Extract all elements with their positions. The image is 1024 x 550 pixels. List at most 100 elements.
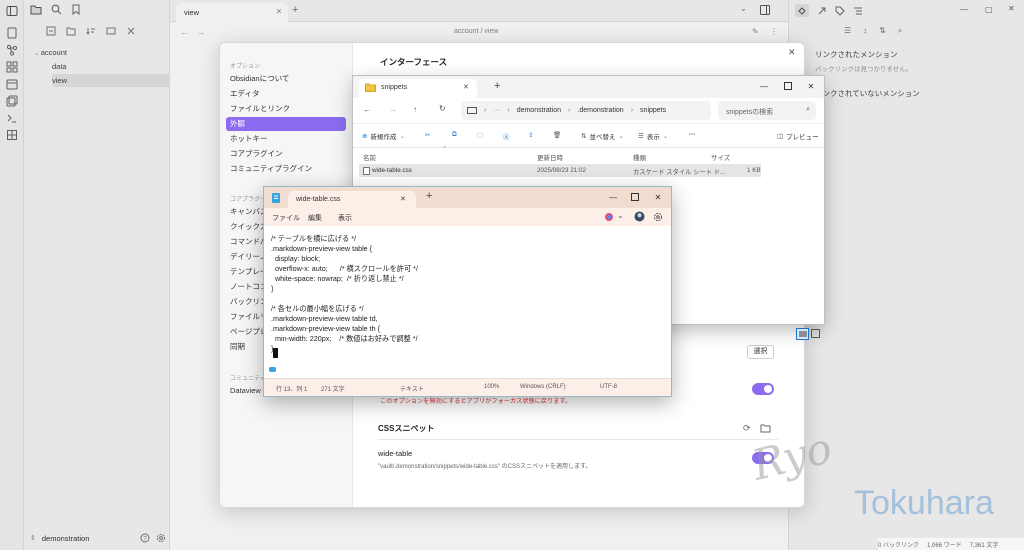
- text-cursor: [273, 348, 278, 358]
- close-icon[interactable]: ✕: [463, 83, 469, 91]
- column-headers: 名前 更新日時 種類 サイズ ^: [353, 145, 824, 164]
- forward-arrow-icon[interactable]: →: [389, 105, 397, 114]
- new-tab-icon[interactable]: +: [426, 190, 432, 202]
- path-bar[interactable]: › ··· › demonstration › .demonstration › s…: [461, 101, 711, 120]
- notepad-window: wide-table.css ✕ + — ✕ ファイル 編集 表示 ⌄ /* テ…: [263, 186, 672, 397]
- nav-appearance[interactable]: 外観: [226, 117, 346, 131]
- rename-icon[interactable]: Ⓐ: [503, 131, 510, 141]
- minimize-icon[interactable]: —: [758, 80, 770, 92]
- view-button[interactable]: ☰ 表示 ⌄: [638, 131, 668, 141]
- close-window-icon[interactable]: ✕: [1008, 4, 1015, 13]
- up-arrow-icon[interactable]: ↑: [413, 105, 417, 114]
- gear-icon[interactable]: [653, 212, 663, 222]
- column-header-modified[interactable]: 更新日時: [537, 152, 563, 162]
- nav-editor[interactable]: エディタ: [226, 87, 346, 101]
- column-header-size[interactable]: サイズ: [711, 152, 730, 162]
- new-tab-icon[interactable]: +: [494, 80, 500, 92]
- path-segment[interactable]: demonstration: [517, 107, 561, 114]
- css-file-icon: [363, 167, 370, 175]
- menu-file[interactable]: ファイル: [272, 213, 300, 223]
- nav-files-links[interactable]: ファイルとリンク: [226, 102, 346, 116]
- sort-caret-icon: ^: [443, 145, 447, 152]
- cut-icon[interactable]: ✂: [425, 131, 430, 139]
- explorer-titlebar: snippets ✕ + — ✕: [353, 76, 824, 98]
- explorer-tab[interactable]: snippets ✕: [359, 79, 477, 98]
- close-window-icon[interactable]: ✕: [805, 80, 817, 92]
- open-folder-icon[interactable]: [760, 423, 771, 433]
- maximize-icon[interactable]: [782, 80, 794, 92]
- new-button[interactable]: ⊕ 新規作成 ⌄: [362, 131, 405, 141]
- line-ending[interactable]: Windows (CRLF): [520, 384, 566, 390]
- nav-hotkeys[interactable]: ホットキー: [226, 132, 346, 146]
- details-view-icon[interactable]: [796, 328, 809, 340]
- warning-text: このオプションを無効にするとアプリがフォーカス状態に戻ります。: [380, 398, 572, 405]
- search-icon: ⌕: [806, 106, 810, 113]
- minimize-icon[interactable]: —: [960, 5, 968, 14]
- nav-group-options: オプション: [230, 64, 261, 70]
- share-icon[interactable]: ⇪: [528, 131, 533, 139]
- nav-community-plugins[interactable]: コミュニティプラグイン: [226, 162, 346, 176]
- explorer-address-bar: ← → ↑ ↻ › ··· › demonstration › .demonstra…: [353, 98, 824, 124]
- chevron-down-icon[interactable]: ⌄: [617, 211, 624, 220]
- folder-icon: [365, 83, 376, 92]
- nav-about[interactable]: Obsidianについて: [226, 72, 346, 86]
- copy-icon[interactable]: ⧉: [452, 131, 457, 139]
- backlink-count[interactable]: 0 バックリンク: [878, 540, 919, 549]
- minimize-icon[interactable]: —: [607, 191, 619, 203]
- code-line: .markdown-preview-view table td,: [271, 314, 378, 323]
- path-segment[interactable]: .demonstration: [577, 107, 623, 114]
- preview-button[interactable]: ◫ プレビュー: [777, 131, 819, 141]
- column-header-type[interactable]: 種類: [633, 152, 646, 162]
- obsidian-statusbar: 0 バックリンク 1,066 ワード 7,361 文字: [878, 538, 1024, 550]
- table-row[interactable]: wide-table.css 2025/08/23 21:02 カスケード スタ…: [359, 164, 761, 177]
- cursor-position: 行 13、列 1: [276, 387, 308, 393]
- close-icon[interactable]: ✕: [400, 195, 406, 203]
- paste-icon[interactable]: ▢: [477, 131, 483, 139]
- close-icon[interactable]: ✕: [788, 47, 796, 58]
- thumbnail-view-icon[interactable]: [811, 329, 820, 338]
- notepad-app-icon: [271, 192, 281, 204]
- copilot-hint-icon[interactable]: [269, 367, 276, 372]
- delete-icon[interactable]: 🗑: [553, 131, 561, 139]
- reload-icon[interactable]: ⟳: [743, 423, 751, 434]
- maximize-icon[interactable]: [629, 191, 641, 203]
- menu-view[interactable]: 表示: [338, 213, 352, 223]
- menu-edit[interactable]: 編集: [308, 213, 322, 223]
- word-count: 1,066 ワード: [927, 542, 962, 549]
- code-line: /* 各セルの最小幅を広げる */: [271, 304, 364, 313]
- code-line: white-space: nowrap; /* 折り返し禁止 */: [271, 274, 404, 283]
- settings-page-title: インターフェース: [380, 57, 448, 67]
- notepad-statusbar: 行 13、列 1 271 文字 テキスト 100% Windows (CRLF)…: [264, 378, 671, 396]
- code-line: }: [271, 284, 274, 293]
- encoding[interactable]: UTF-8: [600, 384, 617, 390]
- char-count: 271 文字: [321, 387, 345, 393]
- snippet-name: wide-table: [378, 449, 413, 458]
- sort-button[interactable]: ⇅ 並べ替え ⌄: [581, 131, 624, 141]
- more-button[interactable]: ···: [689, 131, 696, 138]
- zoom-level[interactable]: 100%: [484, 384, 499, 390]
- code-line: min-width: 220px; /* 数値はお好みで調整 */: [271, 334, 418, 343]
- watermark-name: Tokuhara: [854, 484, 994, 522]
- explorer-command-bar: ⊕ 新規作成 ⌄ ✂ ⧉ ▢ Ⓐ ⇪ 🗑 ⇅ 並べ替え ⌄ ☰ 表示 ⌄ ··· ◫ プレビュ…: [353, 124, 824, 148]
- appearance-toggle[interactable]: [752, 383, 774, 395]
- snippet-description: "vault/.demonstration/snippets/wide-tabl…: [378, 464, 592, 470]
- explorer-search-input[interactable]: snippetsの検索 ⌕: [718, 101, 816, 120]
- text-mode: テキスト: [400, 387, 424, 393]
- notepad-menubar: ファイル 編集 表示 ⌄: [264, 208, 671, 226]
- copilot-icon[interactable]: [604, 212, 614, 222]
- code-line: /* テーブルを横に広げる */: [271, 234, 357, 243]
- column-header-name[interactable]: 名前: [363, 152, 376, 162]
- close-window-icon[interactable]: ✕: [652, 191, 664, 203]
- back-arrow-icon[interactable]: ←: [363, 105, 371, 114]
- path-segment[interactable]: snippets: [640, 107, 666, 114]
- notepad-text-area[interactable]: /* テーブルを横に広げる */ .markdown-preview-view …: [264, 226, 671, 378]
- character-count: 7,361 文字: [969, 542, 999, 549]
- account-avatar[interactable]: [634, 211, 645, 222]
- code-line: display: block;: [271, 254, 321, 263]
- maximize-icon[interactable]: ▢: [985, 5, 993, 14]
- notepad-tab[interactable]: wide-table.css ✕: [288, 191, 416, 208]
- monitor-icon: [467, 106, 477, 115]
- refresh-icon[interactable]: ↻: [439, 104, 446, 113]
- select-button[interactable]: 選択: [747, 345, 774, 359]
- nav-core-plugins[interactable]: コアプラグイン: [226, 147, 346, 161]
